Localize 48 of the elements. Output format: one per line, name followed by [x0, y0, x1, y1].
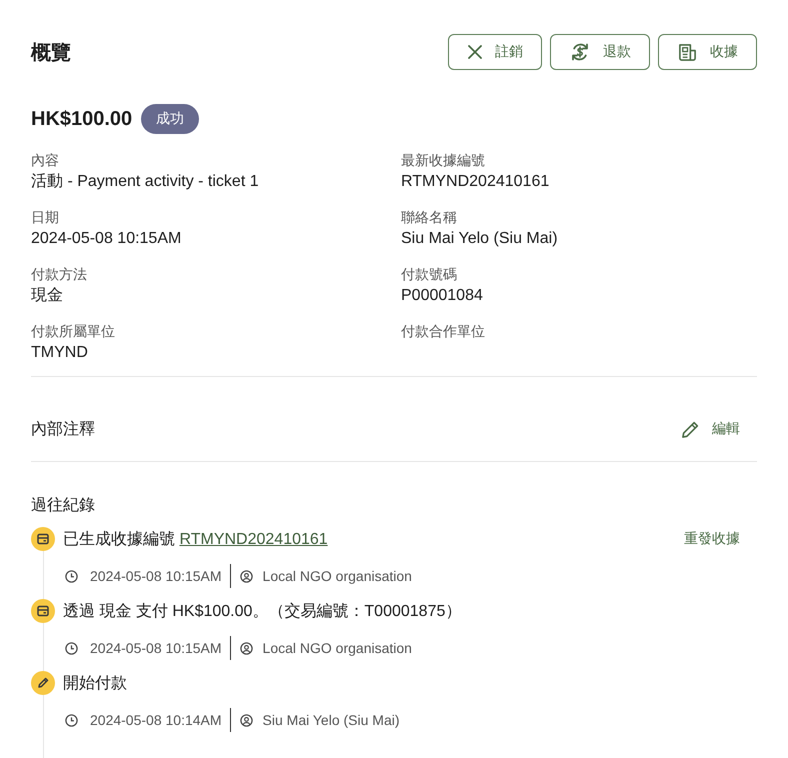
refund-button[interactable]: 退款 — [550, 34, 650, 70]
status-badge: 成功 — [141, 104, 200, 134]
page-title: 概覽 — [31, 40, 71, 66]
section-title: 內部注釋 — [31, 420, 95, 440]
close-icon — [468, 45, 482, 59]
event-text: 開始付款 — [63, 674, 127, 694]
event-actor: Local NGO organisation — [262, 568, 412, 584]
event-time: 2024-05-08 10:14AM — [90, 712, 222, 728]
field-label: 聯絡名稱 — [401, 208, 458, 227]
reissue-receipt-button[interactable]: 重發收據 — [684, 530, 757, 548]
field-value: RTMYND202410161 — [401, 172, 550, 192]
receipt-button[interactable]: 收據 — [658, 34, 757, 70]
event-time: 2024-05-08 10:15AM — [90, 568, 222, 584]
clock-icon — [65, 570, 78, 582]
user-icon — [240, 642, 253, 654]
clock-icon — [65, 642, 78, 654]
field-label: 最新收據編號 — [401, 151, 486, 170]
receipt-number-link[interactable]: RTMYND202410161 — [179, 530, 328, 548]
field-value: 2024-05-08 10:15AM — [31, 229, 182, 249]
event-actor: Siu Mai Yelo (Siu Mai) — [262, 712, 400, 728]
event-text: 透過 現金 支付 HK$100.00。（交易編號：T00001875） — [63, 602, 462, 622]
field-label: 日期 — [31, 208, 60, 227]
event-text: 已生成收據編號 RTMYND202410161 — [63, 530, 328, 550]
field-value: P00001084 — [401, 286, 484, 306]
event-actor: Local NGO organisation — [262, 640, 412, 656]
user-icon — [240, 570, 253, 582]
user-icon — [240, 714, 253, 726]
section-title: 過往紀錄 — [31, 496, 96, 516]
card-icon — [31, 599, 55, 623]
field-label: 付款合作單位 — [401, 322, 486, 341]
field-value: 活動 - Payment activity - ticket 1 — [31, 172, 260, 192]
card-icon — [31, 527, 55, 551]
clock-icon — [65, 714, 78, 726]
dollar-cycle-icon — [570, 42, 590, 62]
event-time: 2024-05-08 10:15AM — [90, 640, 222, 656]
amount-text: HK$100.00 — [31, 108, 132, 130]
edit-button[interactable]: 編輯 — [681, 420, 757, 438]
field-label: 付款方法 — [31, 265, 88, 284]
field-value: TMYND — [31, 343, 89, 363]
field-value: Siu Mai Yelo (Siu Mai) — [401, 229, 559, 249]
pencil-icon — [681, 420, 700, 438]
field-value: 現金 — [31, 286, 64, 306]
document-icon — [678, 42, 697, 62]
void-button[interactable]: 註銷 — [448, 34, 542, 70]
field-label: 付款號碼 — [401, 265, 458, 284]
field-label: 付款所屬單位 — [31, 322, 116, 341]
pencil-icon — [31, 671, 55, 695]
field-label: 內容 — [31, 151, 60, 170]
